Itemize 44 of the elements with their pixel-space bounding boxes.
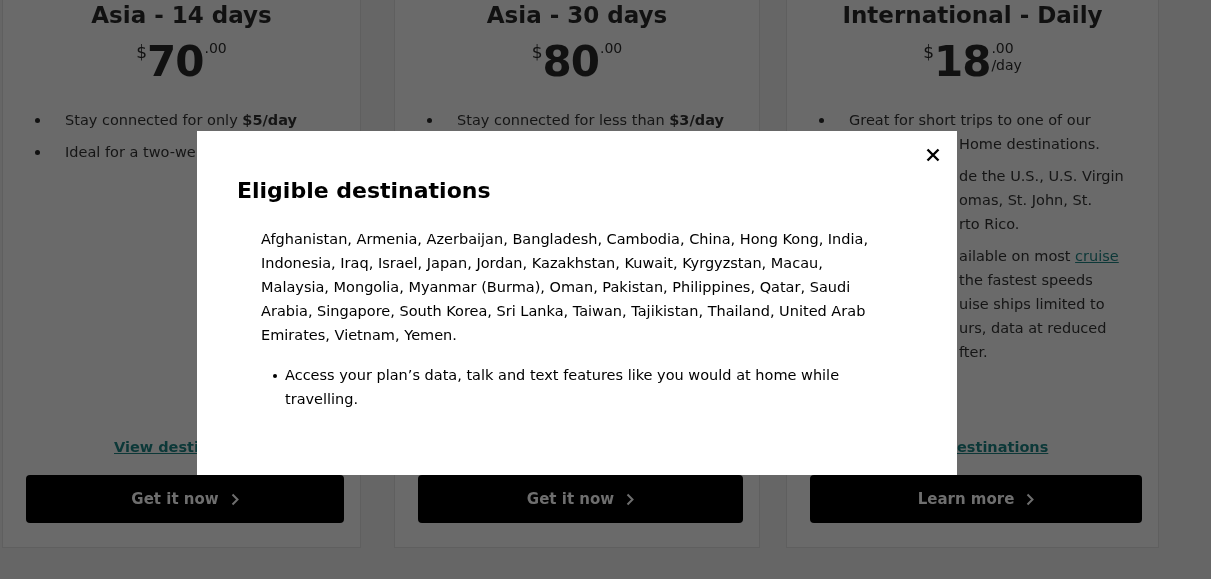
- plan-button[interactable]: Learn more: [810, 475, 1142, 523]
- chevron-icon: [230, 492, 239, 506]
- feature-text: omas, St. John, St.: [959, 191, 1093, 210]
- price-amount: 70: [147, 36, 204, 88]
- plan-title: International - Daily: [841, 1, 1104, 30]
- feature-text: the fastest speeds: [959, 271, 1094, 290]
- feature-text: urs, data at reduced: [959, 319, 1108, 338]
- chevron-icon: [1026, 492, 1035, 506]
- destinations-text: Afghanistan, Armenia, Azerbaijan, Bangladesh, Cambodia, China, Hong Kong, India, Indonesia, Iraq, Israel, Japan, Jordan, Kazakhstan, Kuwait, Kyrgyzstan, Macau, Malaysia, Mongolia, Myanmar (Burma), Oman, Pakistan, Philippines, Qatar, Saudi Arabia, Singapore, South Korea, Sri Lanka, Taiwan, Tajikistan, Thailand, United Arab Emirates, Vietnam, Yemen.: [261, 230, 870, 345]
- close-icon[interactable]: [926, 148, 940, 162]
- price-cents: .00: [204, 40, 227, 56]
- currency-symbol: $: [531, 42, 543, 62]
- plan-button[interactable]: Get it now: [26, 475, 344, 523]
- feature-text: rto Rico.: [959, 215, 1021, 234]
- bullet-icon: [35, 150, 40, 155]
- cruise-link[interactable]: cruise: [1075, 248, 1119, 264]
- feature-text: Stay connected for less than $3/day: [457, 111, 724, 130]
- feature-text: uise ships limited to: [959, 295, 1106, 314]
- feature-text: Home destinations.: [959, 135, 1100, 154]
- currency-symbol: $: [136, 42, 148, 62]
- price-cents: .00: [991, 40, 1015, 56]
- feature-text: Stay connected for only $5/day: [65, 111, 297, 130]
- price-unit: /day: [991, 56, 1022, 74]
- feature-text: fter.: [959, 343, 989, 362]
- bullet-icon: [819, 118, 824, 123]
- feature-text: de the U.S., U.S. Virgin: [959, 167, 1124, 186]
- chevron-icon: [626, 492, 635, 506]
- price-amount: 18: [933, 36, 991, 88]
- plan-button[interactable]: Get it now: [418, 475, 743, 523]
- price-cents: .00: [600, 40, 623, 56]
- dialog-title: Eligible destinations: [237, 177, 492, 205]
- plan-title: Asia - 14 days: [90, 1, 273, 30]
- bullet-icon: [273, 374, 277, 378]
- plan-title: Asia - 30 days: [485, 1, 669, 30]
- feature-text: Ideal for a two-we: [65, 143, 196, 162]
- feature-text: Great for short trips to one of our: [849, 111, 1092, 130]
- view-destinations-link[interactable]: View desti: [114, 435, 199, 459]
- bullet-icon: [427, 118, 432, 123]
- price-amount: 80: [542, 36, 599, 88]
- view-destinations-link[interactable]: estinations: [957, 435, 1049, 459]
- dialog-note: Access your plan’s data, talk and text features like you would at home while travelling.: [285, 366, 841, 409]
- feature-text: ailable on most cruise: [959, 247, 1119, 266]
- bullet-icon: [35, 118, 40, 123]
- currency-symbol: $: [923, 42, 934, 62]
